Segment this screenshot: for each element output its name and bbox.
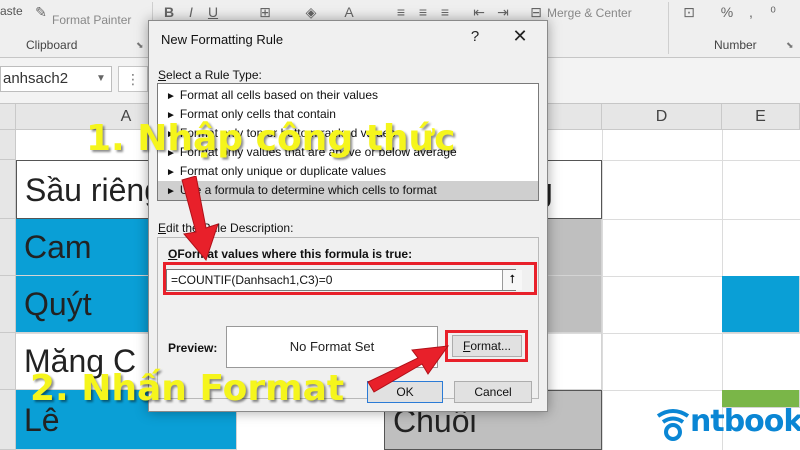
font-color-icon[interactable]: A [340,4,358,20]
format-painter-button[interactable]: Format Painter [52,13,131,27]
rule-arrow-icon: ► [166,186,176,197]
italic-button[interactable]: I [182,4,200,20]
increase-indent-icon[interactable]: ⇥ [494,4,512,21]
clipboard-launcher-icon[interactable]: ⬊ [136,40,144,51]
format-button-highlight-box [445,330,528,362]
align-center-icon[interactable]: ≡ [414,4,432,20]
select-rule-type-label: Select a Rule Type: [158,68,262,82]
ribbon-separator [668,2,669,54]
rule-arrow-icon: ► [166,91,176,102]
logo-mark-icon [656,409,690,441]
close-icon[interactable]: ✕ [509,26,531,47]
decimal-icon[interactable]: ⁰ [764,4,782,21]
column-header-d[interactable]: D [602,104,722,130]
fill-color-icon[interactable]: ◈ [302,4,320,21]
align-left-icon[interactable]: ≡ [392,4,410,20]
row-header[interactable] [0,390,16,450]
cell-e-3[interactable] [722,276,800,333]
borders-icon[interactable]: ⊞ [256,4,274,21]
rule-arrow-icon: ► [166,167,176,178]
format-painter-icon: ✎ [35,4,47,20]
row-header[interactable] [0,219,16,276]
logo-text: ntbook [690,404,800,439]
preview-label: Preview: [168,341,218,355]
row-header[interactable] [0,160,16,219]
decrease-indent-icon[interactable]: ⇤ [470,4,488,21]
column-header-e[interactable]: E [722,104,800,130]
formula-highlight-box [163,262,537,295]
number-group-label: Number [714,38,757,52]
red-arrow-up-icon [367,345,450,393]
rule-type-item[interactable]: ► Format all cells based on their values [158,86,538,105]
rule-type-text: Format all cells based on their values [179,88,378,102]
merge-center-button[interactable]: Merge & Center [547,6,632,20]
grid-line [602,130,603,450]
red-arrow-down-icon [181,176,219,262]
merge-center-icon[interactable]: ⊟ [527,4,545,21]
row-header[interactable] [0,333,16,390]
cancel-button[interactable]: Cancel [454,381,532,403]
help-icon[interactable]: ? [465,28,485,45]
step1-annotation: 1. Nhập công thức [86,118,456,159]
select-rule-type-label-text: elect a Rule Type: [166,68,262,82]
underline-button[interactable]: U [204,4,222,20]
select-rule-type-label-accel: S [158,68,167,82]
dialog-title: New Formatting Rule [161,32,284,47]
comma-style-button[interactable]: , [742,4,760,20]
edit-description-accel: E [158,221,167,235]
row-header[interactable] [0,130,16,160]
formula-bar-dots: ⋮ [118,66,148,92]
step2-annotation: 2. Nhấn Format [30,368,345,409]
name-box-dropdown-icon[interactable]: ▼ [96,66,106,92]
accounting-format-icon[interactable]: ⊡ [680,4,698,21]
select-all-corner[interactable] [0,104,16,130]
paste-button[interactable]: aste [0,4,23,18]
row-header[interactable] [0,276,16,333]
number-launcher-icon[interactable]: ⬊ [786,40,794,51]
percent-style-button[interactable]: % [718,4,736,20]
ntbook-logo: ntbook [654,402,800,446]
align-right-icon[interactable]: ≡ [436,4,454,20]
clipboard-group-label: Clipboard [26,38,78,52]
bold-button[interactable]: B [160,4,178,20]
